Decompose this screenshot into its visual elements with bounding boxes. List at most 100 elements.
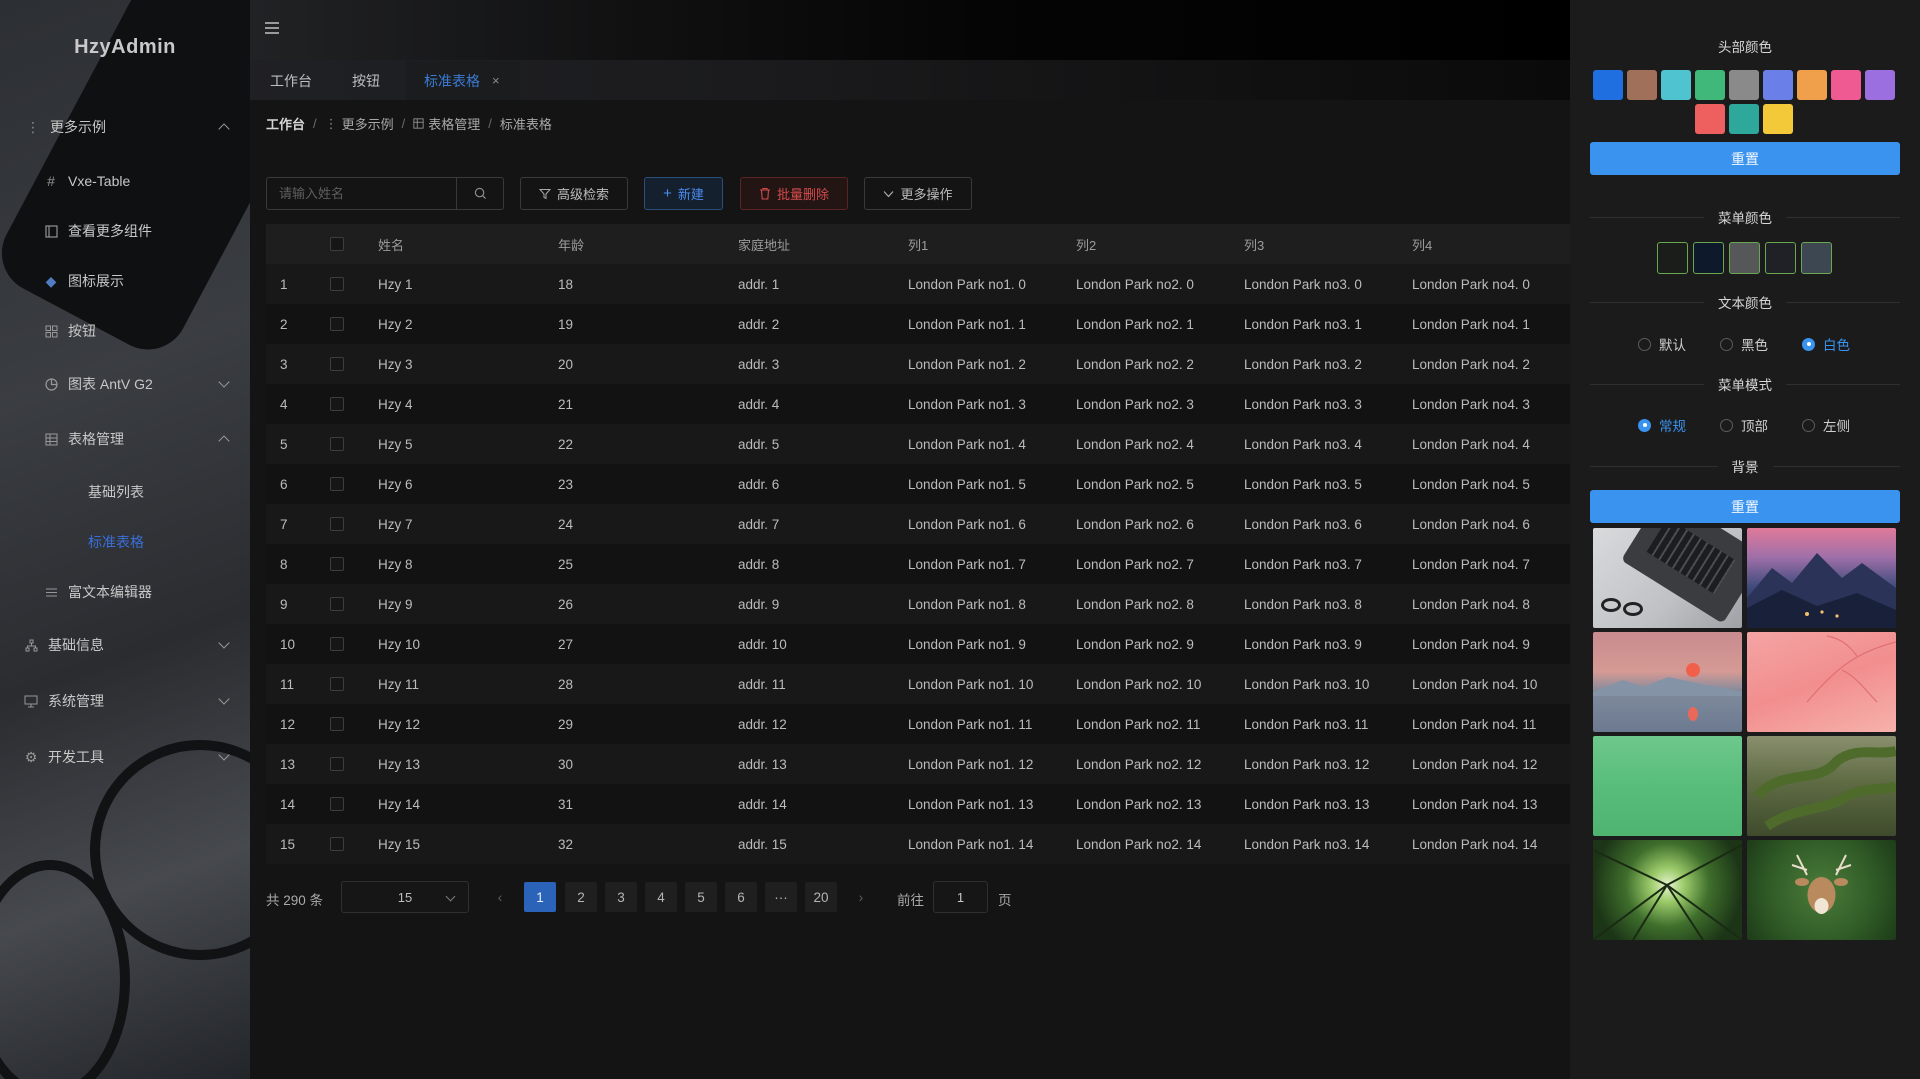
text-color-white-radio[interactable]: 白色 (1802, 336, 1850, 353)
table-row[interactable]: 12 Hzy 12 29 addr. 12 London Park no1. 11 Lon… (266, 704, 1570, 744)
breadcrumb-item[interactable]: 更多示例 (342, 114, 394, 133)
background-thumb-deer[interactable] (1747, 840, 1896, 940)
header-color-swatch[interactable] (1627, 70, 1657, 100)
batch-delete-button[interactable]: 批量删除 (740, 177, 848, 210)
background-thumb-mossy-tree[interactable] (1747, 736, 1896, 836)
table-row[interactable]: 8 Hzy 8 25 addr. 8 London Park no1. 7 London … (266, 544, 1570, 584)
row-checkbox[interactable] (330, 677, 344, 691)
page-button[interactable]: 4 (645, 882, 677, 912)
prev-page-button[interactable]: ‹ (484, 882, 516, 912)
menu-toggle-icon[interactable] (265, 22, 279, 34)
row-checkbox[interactable] (330, 837, 344, 851)
tab-buttons[interactable]: 按钮 (334, 61, 398, 100)
row-checkbox[interactable] (330, 517, 344, 531)
menu-color-swatch[interactable] (1801, 242, 1832, 274)
row-checkbox[interactable] (330, 477, 344, 491)
text-color-default-radio[interactable]: 默认 (1638, 336, 1686, 353)
table-row[interactable]: 13 Hzy 13 30 addr. 13 London Park no1. 12 Lon… (266, 744, 1570, 784)
sidebar-item-more-examples[interactable]: ⋮ 更多示例 (0, 107, 250, 147)
page-button[interactable]: 6 (725, 882, 757, 912)
header-color-swatch[interactable] (1729, 104, 1759, 134)
table-row[interactable]: 1 Hzy 1 18 addr. 1 London Park no1. 0 London … (266, 264, 1570, 304)
sidebar-item-icons[interactable]: ◆ 图标展示 (0, 261, 250, 301)
close-icon[interactable]: × (492, 73, 500, 88)
table-header-cell[interactable]: 列2 (1076, 235, 1096, 254)
row-checkbox[interactable] (330, 437, 344, 451)
row-checkbox[interactable] (330, 557, 344, 571)
header-color-swatch[interactable] (1797, 70, 1827, 100)
table-row[interactable]: 4 Hzy 4 21 addr. 4 London Park no1. 3 London … (266, 384, 1570, 424)
sidebar-item-basic-list[interactable]: 基础列表 (0, 472, 250, 512)
page-button[interactable]: 3 (605, 882, 637, 912)
header-color-swatch[interactable] (1729, 70, 1759, 100)
table-row[interactable]: 3 Hzy 3 20 addr. 3 London Park no1. 2 London … (266, 344, 1570, 384)
sidebar-item-buttons[interactable]: 按钮 (0, 311, 250, 351)
header-color-swatch[interactable] (1831, 70, 1861, 100)
background-thumb-pink-sunset[interactable] (1593, 632, 1742, 732)
sidebar-item-more-components[interactable]: 查看更多组件 (0, 211, 250, 251)
table-row[interactable]: 10 Hzy 10 27 addr. 10 London Park no1. 9 Lond… (266, 624, 1570, 664)
tab-workbench[interactable]: 工作台 (252, 61, 330, 100)
menu-mode-top-radio[interactable]: 顶部 (1720, 417, 1768, 434)
select-all-checkbox[interactable] (330, 237, 344, 251)
header-color-swatch[interactable] (1763, 70, 1793, 100)
header-color-swatch[interactable] (1695, 70, 1725, 100)
table-row[interactable]: 6 Hzy 6 23 addr. 6 London Park no1. 5 London … (266, 464, 1570, 504)
background-thumb-mountain-night[interactable] (1747, 528, 1896, 628)
page-button[interactable]: 5 (685, 882, 717, 912)
table-header-cell[interactable]: 列1 (908, 235, 928, 254)
header-color-reset-button[interactable]: 重置 (1590, 142, 1900, 175)
menu-color-swatch[interactable] (1765, 242, 1796, 274)
table-row[interactable]: 15 Hzy 15 32 addr. 15 London Park no1. 14 Lon… (266, 824, 1570, 864)
row-checkbox[interactable] (330, 277, 344, 291)
goto-page-input[interactable] (933, 881, 988, 913)
add-button[interactable]: + 新建 (644, 177, 723, 210)
row-checkbox[interactable] (330, 757, 344, 771)
table-row[interactable]: 11 Hzy 11 28 addr. 11 London Park no1. 10 Lon… (266, 664, 1570, 704)
table-row[interactable]: 7 Hzy 7 24 addr. 7 London Park no1. 6 London … (266, 504, 1570, 544)
sidebar-item-charts[interactable]: 图表 AntV G2 (0, 364, 250, 404)
sidebar-item-table-management[interactable]: 表格管理 (0, 419, 250, 459)
sidebar-item-system-management[interactable]: 系统管理 (0, 681, 250, 721)
header-color-swatch[interactable] (1865, 70, 1895, 100)
table-row[interactable]: 2 Hzy 2 19 addr. 2 London Park no1. 1 London … (266, 304, 1570, 344)
search-button[interactable] (456, 178, 503, 209)
search-input[interactable] (267, 178, 457, 209)
row-checkbox[interactable] (330, 357, 344, 371)
text-color-black-radio[interactable]: 黑色 (1720, 336, 1768, 353)
row-checkbox[interactable] (330, 797, 344, 811)
page-size-select[interactable]: 15 (341, 881, 469, 913)
tab-standard-table[interactable]: 标准表格 × (406, 61, 520, 100)
table-header-cell[interactable]: 列3 (1244, 235, 1264, 254)
row-checkbox[interactable] (330, 397, 344, 411)
page-ellipsis[interactable]: ··· (765, 882, 797, 912)
sidebar-item-vxe-table[interactable]: # Vxe-Table (0, 161, 250, 201)
header-color-swatch[interactable] (1593, 70, 1623, 100)
row-checkbox[interactable] (330, 637, 344, 651)
next-page-button[interactable]: › (845, 882, 877, 912)
table-header-cell[interactable]: 年龄 (558, 235, 584, 254)
menu-color-swatch[interactable] (1657, 242, 1688, 274)
background-reset-button[interactable]: 重置 (1590, 490, 1900, 523)
page-button[interactable]: 2 (565, 882, 597, 912)
row-checkbox[interactable] (330, 597, 344, 611)
menu-mode-normal-radio[interactable]: 常规 (1638, 417, 1686, 434)
table-row[interactable]: 5 Hzy 5 22 addr. 5 London Park no1. 4 London … (266, 424, 1570, 464)
sidebar-item-dev-tools[interactable]: ⚙ 开发工具 (0, 737, 250, 777)
sidebar-item-rich-text-editor[interactable]: 富文本编辑器 (0, 572, 250, 612)
sidebar-item-basic-info[interactable]: 基础信息 (0, 625, 250, 665)
header-color-swatch[interactable] (1661, 70, 1691, 100)
more-actions-button[interactable]: 更多操作 (864, 177, 972, 210)
table-header-cell[interactable]: 姓名 (378, 235, 404, 254)
sidebar-item-standard-table[interactable]: 标准表格 (0, 522, 250, 562)
table-header-cell[interactable]: 家庭地址 (738, 235, 790, 254)
header-color-swatch[interactable] (1763, 104, 1793, 134)
advanced-search-button[interactable]: 高级检索 (520, 177, 628, 210)
background-thumb-forest-canopy[interactable] (1593, 840, 1742, 940)
background-thumb-laptop[interactable] (1593, 528, 1742, 628)
breadcrumb-item[interactable]: 工作台 (266, 114, 305, 133)
row-checkbox[interactable] (330, 317, 344, 331)
row-checkbox[interactable] (330, 717, 344, 731)
background-thumb-green-gradient[interactable] (1593, 736, 1742, 836)
table-header-cell[interactable]: 列4 (1412, 235, 1432, 254)
